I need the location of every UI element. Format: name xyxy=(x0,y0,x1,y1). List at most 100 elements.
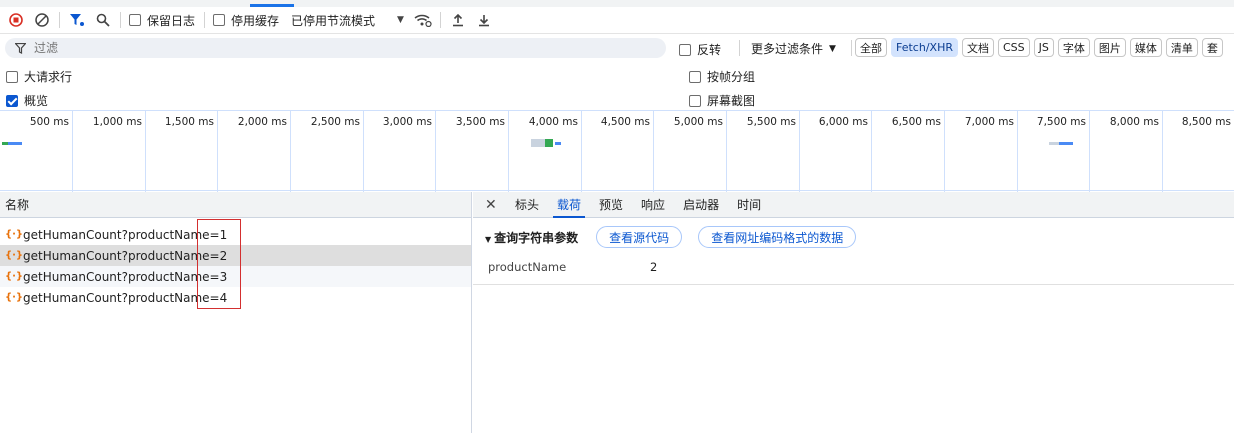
timeline-tick: 4,000 ms xyxy=(509,111,582,192)
overview-timeline[interactable]: 500 ms 1,000 ms 1,500 ms 2,000 ms 2,500 … xyxy=(0,110,1234,192)
filter-funnel-icon xyxy=(15,42,26,54)
close-icon[interactable]: ✕ xyxy=(485,197,501,213)
details-tabbar: ✕ 标头 载荷 预览 响应 启动器 时间 xyxy=(473,192,1234,218)
view-url-encoded-button[interactable]: 查看网址编码格式的数据 xyxy=(698,226,857,248)
disable-cache-box[interactable] xyxy=(213,14,226,26)
overview-label: 概览 xyxy=(24,94,49,108)
timeline-tick: 3,000 ms xyxy=(364,111,436,192)
chip-manifest[interactable]: 清单 xyxy=(1165,38,1198,57)
tab-timing[interactable]: 时间 xyxy=(737,192,761,218)
timeline-tick: 3,500 ms xyxy=(436,111,509,192)
xhr-icon: {·} xyxy=(5,229,24,240)
section-title[interactable]: ▼ 查询字符串参数 xyxy=(485,229,578,246)
timeline-tick: 6,500 ms xyxy=(872,111,945,192)
clear-icon[interactable] xyxy=(29,8,55,32)
request-name: getHumanCount?productName=4 xyxy=(23,290,228,305)
chip-fetch-xhr[interactable]: Fetch/XHR xyxy=(891,38,958,57)
throttle-select[interactable]: 已停用节流模式 ▼ xyxy=(291,12,404,29)
disable-cache-label: 停用缓存 xyxy=(231,13,280,28)
tab-initiator[interactable]: 启动器 xyxy=(683,192,719,218)
request-list: 名称 {·} getHumanCount?productName=1 {·} g… xyxy=(0,192,472,433)
chip-img[interactable]: 图片 xyxy=(1093,38,1126,57)
section-divider xyxy=(473,284,1234,285)
toolbar-separator xyxy=(204,12,206,28)
filter-input[interactable] xyxy=(34,41,634,55)
invert-box[interactable] xyxy=(679,43,691,56)
tab-headers[interactable]: 标头 xyxy=(515,192,539,218)
timeline-tick: 5,000 ms xyxy=(654,111,727,192)
chip-media[interactable]: 媒体 xyxy=(1129,38,1162,57)
group-by-frame-label: 按帧分组 xyxy=(707,70,756,84)
filter-bar: 反转 更多过滤条件 ▼ 全部 Fetch/XHR 文档 CSS JS 字体 图片… xyxy=(0,36,1234,60)
chip-more[interactable]: 套 xyxy=(1201,38,1223,57)
group-by-frame-checkbox[interactable]: 按帧分组 xyxy=(689,68,755,85)
invert-label: 反转 xyxy=(697,43,722,57)
param-value: 2 xyxy=(650,260,658,274)
screenshots-box[interactable] xyxy=(689,94,701,107)
download-icon[interactable] xyxy=(471,8,497,32)
big-rows-checkbox[interactable]: 大请求行 xyxy=(6,68,72,85)
timeline-tick: 7,500 ms xyxy=(1018,111,1090,192)
timeline-tick: 8,000 ms xyxy=(1090,111,1163,192)
table-row[interactable]: {·} getHumanCount?productName=4 xyxy=(0,287,471,308)
throttle-value: 已停用节流模式 xyxy=(291,13,376,28)
more-filters-button[interactable]: 更多过滤条件 ▼ xyxy=(751,40,836,57)
chip-doc[interactable]: 文档 xyxy=(961,38,994,57)
filter-field[interactable] xyxy=(5,38,666,58)
timeline-tick: 7,000 ms xyxy=(945,111,1018,192)
table-row[interactable]: {·} getHumanCount?productName=2 xyxy=(0,245,471,266)
timeline-request-bar xyxy=(2,142,8,145)
timeline-request-bar xyxy=(555,142,561,145)
request-name: getHumanCount?productName=1 xyxy=(23,227,228,242)
request-name: getHumanCount?productName=2 xyxy=(23,248,228,263)
preserve-log-checkbox[interactable]: 保留日志 xyxy=(129,12,195,29)
timeline-tick: 500 ms xyxy=(0,111,73,192)
name-column-header[interactable]: 名称 xyxy=(0,192,471,218)
resource-type-chips: 全部 Fetch/XHR 文档 CSS JS 字体 图片 媒体 清单 套 xyxy=(855,38,1223,57)
chevron-down-icon: ▼ xyxy=(829,43,836,54)
chip-all[interactable]: 全部 xyxy=(855,38,887,57)
tab-payload[interactable]: 载荷 xyxy=(553,192,586,218)
request-name: getHumanCount?productName=3 xyxy=(23,269,228,284)
query-string-section: ▼ 查询字符串参数 查看源代码 查看网址编码格式的数据 xyxy=(473,218,1234,256)
invert-checkbox[interactable]: 反转 xyxy=(679,41,721,58)
table-row[interactable]: {·} getHumanCount?productName=3 xyxy=(0,266,471,287)
param-row: productName 2 xyxy=(473,256,1234,278)
filter-icon[interactable] xyxy=(64,8,90,32)
xhr-icon: {·} xyxy=(5,292,24,303)
overview-checkbox[interactable]: 概览 xyxy=(6,92,48,109)
tab-preview[interactable]: 预览 xyxy=(599,192,623,218)
big-rows-box[interactable] xyxy=(6,70,18,83)
toolbar-separator xyxy=(439,12,441,28)
record-stop-icon[interactable] xyxy=(3,8,29,32)
timeline-tick: 5,500 ms xyxy=(727,111,800,192)
upload-icon[interactable] xyxy=(445,8,471,32)
network-toolbar: 保留日志 停用缓存 已停用节流模式 ▼ xyxy=(0,7,1234,34)
chip-font[interactable]: 字体 xyxy=(1057,38,1090,57)
timeline-tick: 4,500 ms xyxy=(582,111,654,192)
table-row[interactable]: {·} getHumanCount?productName=1 xyxy=(0,224,471,245)
disable-cache-checkbox[interactable]: 停用缓存 xyxy=(213,12,279,29)
view-source-button[interactable]: 查看源代码 xyxy=(596,226,683,248)
timeline-tick: 1,500 ms xyxy=(146,111,218,192)
preserve-log-box[interactable] xyxy=(129,14,141,26)
param-key: productName xyxy=(488,260,567,274)
overview-box[interactable] xyxy=(6,94,18,107)
wifi-settings-icon[interactable] xyxy=(410,8,436,32)
timeline-request-bar xyxy=(545,139,553,147)
screenshots-label: 屏幕截图 xyxy=(707,94,756,108)
screenshots-checkbox[interactable]: 屏幕截图 xyxy=(689,92,755,109)
xhr-icon: {·} xyxy=(5,271,24,282)
search-icon[interactable] xyxy=(90,8,116,32)
chip-js[interactable]: JS xyxy=(1033,38,1054,57)
timeline-tick: 2,000 ms xyxy=(218,111,291,192)
chevron-down-icon: ▼ xyxy=(397,15,404,25)
tab-response[interactable]: 响应 xyxy=(641,192,665,218)
timeline-tick: 8,500 ms xyxy=(1181,116,1231,128)
name-column-label: 名称 xyxy=(5,198,30,212)
collapse-triangle-icon: ▼ xyxy=(485,234,492,244)
chip-css[interactable]: CSS xyxy=(997,38,1030,57)
group-by-frame-box[interactable] xyxy=(689,70,701,83)
toolbar-separator xyxy=(120,12,121,28)
timeline-tick: 1,000 ms xyxy=(73,111,146,192)
